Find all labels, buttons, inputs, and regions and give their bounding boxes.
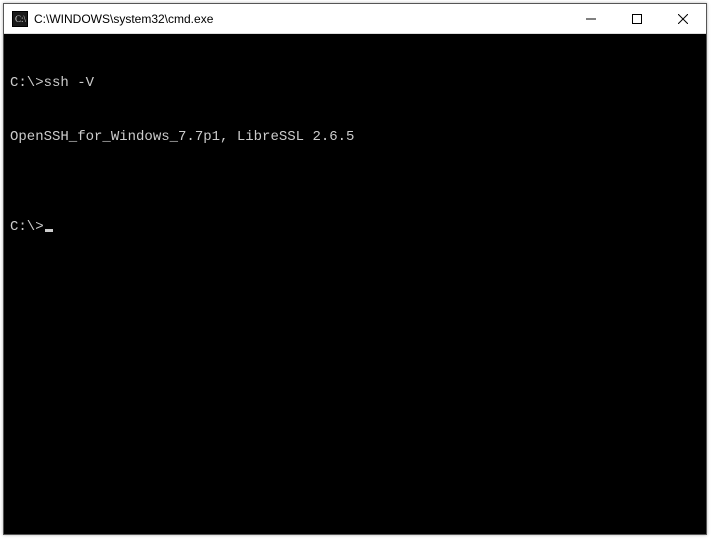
terminal-line: C:\> [10,218,700,236]
terminal-line: C:\>ssh -V [10,74,700,92]
command-text: ssh -V [44,75,94,91]
close-button[interactable] [660,4,706,33]
terminal-output: OpenSSH_for_Windows_7.7p1, LibreSSL 2.6.… [10,128,700,146]
prompt: C:\> [10,75,44,91]
window-controls [568,4,706,33]
minimize-button[interactable] [568,4,614,33]
svg-text:C:\: C:\ [15,14,27,24]
prompt: C:\> [10,218,44,236]
maximize-button[interactable] [614,4,660,33]
cursor [45,229,53,232]
cmd-icon: C:\ [12,11,28,27]
window-title: C:\WINDOWS\system32\cmd.exe [34,12,568,26]
titlebar[interactable]: C:\ C:\WINDOWS\system32\cmd.exe [4,4,706,34]
terminal-area[interactable]: C:\>ssh -V OpenSSH_for_Windows_7.7p1, Li… [4,34,706,534]
cmd-window: C:\ C:\WINDOWS\system32\cmd.exe C:\>ssh … [3,3,707,535]
